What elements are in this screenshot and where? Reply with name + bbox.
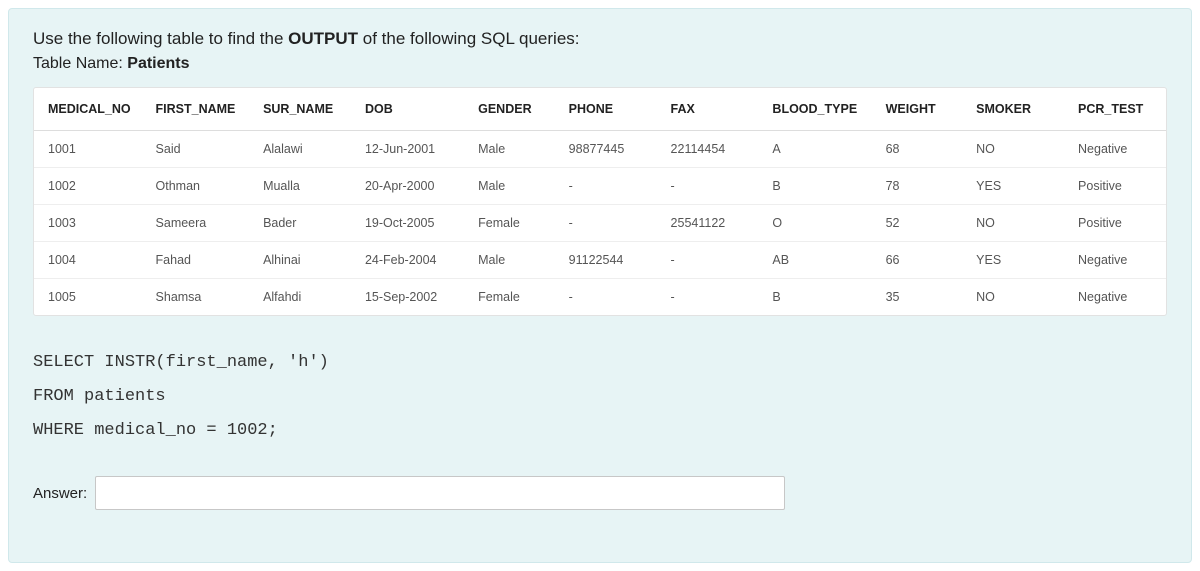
- cell-blood_type: B: [758, 279, 871, 316]
- answer-input[interactable]: [95, 476, 785, 510]
- cell-smoker: NO: [962, 131, 1064, 168]
- cell-pcr_test: Positive: [1064, 205, 1166, 242]
- cell-pcr_test: Negative: [1064, 242, 1166, 279]
- cell-weight: 35: [872, 279, 963, 316]
- cell-gender: Female: [464, 205, 555, 242]
- cell-dob: 20-Apr-2000: [351, 168, 464, 205]
- table-row: 1001SaidAlalawi12-Jun-2001Male9887744522…: [34, 131, 1166, 168]
- cell-first_name: Sameera: [142, 205, 250, 242]
- cell-fax: -: [657, 168, 759, 205]
- cell-smoker: NO: [962, 205, 1064, 242]
- cell-sur_name: Alalawi: [249, 131, 351, 168]
- table-row: 1002OthmanMualla20-Apr-2000Male--B78YESP…: [34, 168, 1166, 205]
- cell-smoker: YES: [962, 168, 1064, 205]
- cell-medical_no: 1001: [34, 131, 142, 168]
- cell-phone: -: [555, 205, 657, 242]
- table-row: 1003SameeraBader19-Oct-2005Female-255411…: [34, 205, 1166, 242]
- intro-text: Use the following table to find the OUTP…: [33, 29, 1167, 49]
- question-card: Use the following table to find the OUTP…: [8, 8, 1192, 563]
- th-medical-no: MEDICAL_NO: [34, 88, 142, 131]
- cell-fax: -: [657, 242, 759, 279]
- th-weight: WEIGHT: [872, 88, 963, 131]
- table-header-row: MEDICAL_NO FIRST_NAME SUR_NAME DOB GENDE…: [34, 88, 1166, 131]
- intro-prefix: Use the following table to find the: [33, 29, 288, 48]
- cell-blood_type: B: [758, 168, 871, 205]
- table-name-bold: Patients: [127, 55, 189, 72]
- cell-medical_no: 1003: [34, 205, 142, 242]
- th-gender: GENDER: [464, 88, 555, 131]
- cell-sur_name: Alfahdi: [249, 279, 351, 316]
- th-blood-type: BLOOD_TYPE: [758, 88, 871, 131]
- cell-gender: Male: [464, 168, 555, 205]
- th-dob: DOB: [351, 88, 464, 131]
- cell-medical_no: 1005: [34, 279, 142, 316]
- cell-gender: Female: [464, 279, 555, 316]
- cell-smoker: YES: [962, 242, 1064, 279]
- th-pcr-test: PCR_TEST: [1064, 88, 1166, 131]
- table-name-line: Table Name: Patients: [33, 55, 1167, 73]
- patients-table: MEDICAL_NO FIRST_NAME SUR_NAME DOB GENDE…: [34, 88, 1166, 315]
- cell-weight: 52: [872, 205, 963, 242]
- th-fax: FAX: [657, 88, 759, 131]
- th-smoker: SMOKER: [962, 88, 1064, 131]
- table-row: 1005ShamsaAlfahdi15-Sep-2002Female--B35N…: [34, 279, 1166, 316]
- cell-fax: 25541122: [657, 205, 759, 242]
- cell-pcr_test: Negative: [1064, 279, 1166, 316]
- cell-fax: 22114454: [657, 131, 759, 168]
- th-sur-name: SUR_NAME: [249, 88, 351, 131]
- cell-phone: 91122544: [555, 242, 657, 279]
- cell-fax: -: [657, 279, 759, 316]
- cell-phone: -: [555, 168, 657, 205]
- cell-pcr_test: Positive: [1064, 168, 1166, 205]
- cell-sur_name: Mualla: [249, 168, 351, 205]
- cell-sur_name: Bader: [249, 205, 351, 242]
- cell-smoker: NO: [962, 279, 1064, 316]
- cell-blood_type: AB: [758, 242, 871, 279]
- cell-weight: 68: [872, 131, 963, 168]
- cell-medical_no: 1002: [34, 168, 142, 205]
- cell-gender: Male: [464, 131, 555, 168]
- answer-label: Answer:: [33, 485, 87, 502]
- cell-phone: 98877445: [555, 131, 657, 168]
- intro-bold: OUTPUT: [288, 29, 358, 48]
- cell-dob: 12-Jun-2001: [351, 131, 464, 168]
- cell-first_name: Said: [142, 131, 250, 168]
- cell-weight: 78: [872, 168, 963, 205]
- cell-pcr_test: Negative: [1064, 131, 1166, 168]
- cell-first_name: Othman: [142, 168, 250, 205]
- sql-query: SELECT INSTR(first_name, 'h') FROM patie…: [33, 346, 1167, 448]
- patients-table-wrap: MEDICAL_NO FIRST_NAME SUR_NAME DOB GENDE…: [33, 87, 1167, 316]
- cell-dob: 19-Oct-2005: [351, 205, 464, 242]
- cell-dob: 15-Sep-2002: [351, 279, 464, 316]
- cell-weight: 66: [872, 242, 963, 279]
- table-name-prefix: Table Name:: [33, 55, 127, 72]
- cell-sur_name: Alhinai: [249, 242, 351, 279]
- intro-suffix: of the following SQL queries:: [358, 29, 579, 48]
- cell-blood_type: A: [758, 131, 871, 168]
- cell-blood_type: O: [758, 205, 871, 242]
- cell-dob: 24-Feb-2004: [351, 242, 464, 279]
- cell-medical_no: 1004: [34, 242, 142, 279]
- answer-row: Answer:: [33, 476, 1167, 510]
- table-body: 1001SaidAlalawi12-Jun-2001Male9887744522…: [34, 131, 1166, 316]
- cell-phone: -: [555, 279, 657, 316]
- th-first-name: FIRST_NAME: [142, 88, 250, 131]
- cell-first_name: Fahad: [142, 242, 250, 279]
- cell-first_name: Shamsa: [142, 279, 250, 316]
- cell-gender: Male: [464, 242, 555, 279]
- th-phone: PHONE: [555, 88, 657, 131]
- table-row: 1004FahadAlhinai24-Feb-2004Male91122544-…: [34, 242, 1166, 279]
